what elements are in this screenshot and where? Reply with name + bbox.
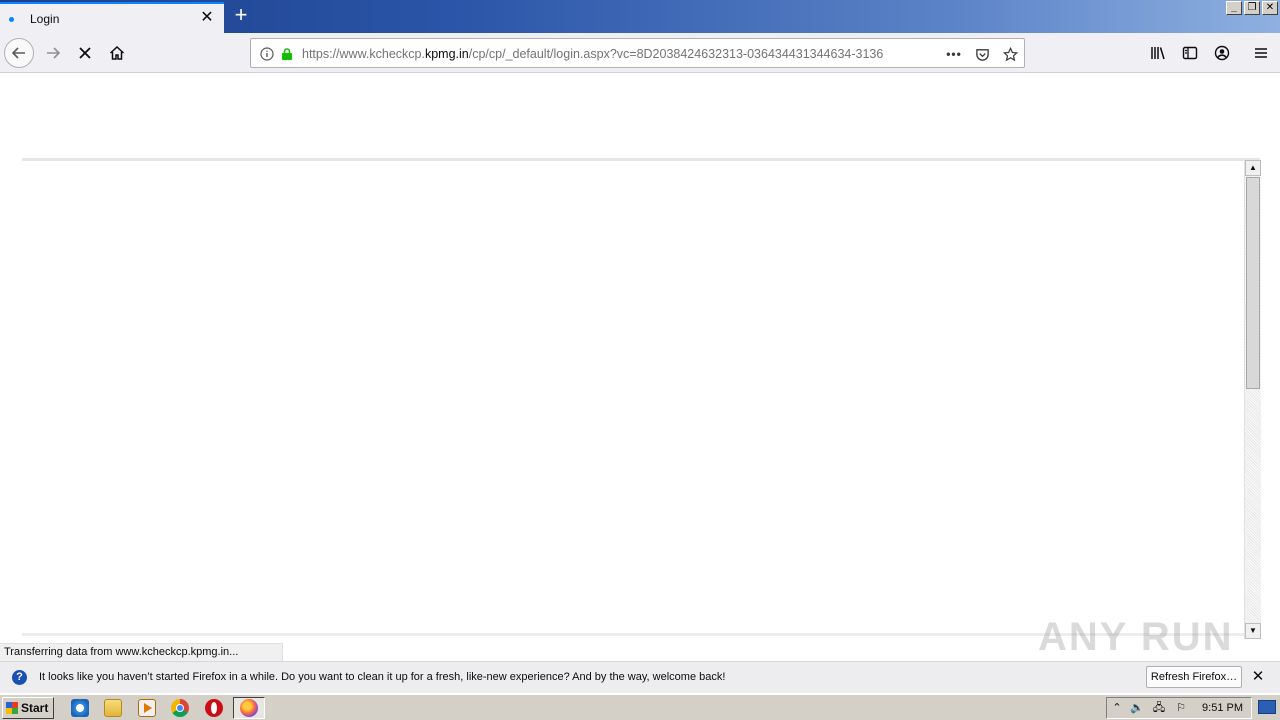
firefox-icon <box>240 699 258 717</box>
tab-close-icon[interactable]: ✕ <box>198 9 216 27</box>
url-path: /cp/cp/_default/login.aspx?vc=8D20384246… <box>468 47 884 61</box>
tab-strip: Login ✕ + _ ❐ ✕ <box>0 0 1280 33</box>
scroll-down-arrow-icon[interactable]: ▼ <box>1245 623 1261 639</box>
bookmark-star-icon[interactable] <box>1001 45 1019 63</box>
home-icon <box>109 45 125 60</box>
url-prefix: https://www.kcheckcp. <box>302 47 425 61</box>
start-button[interactable]: Start <box>2 697 54 719</box>
opera-icon[interactable] <box>205 699 223 717</box>
refresh-firefox-button[interactable]: Refresh Firefox… <box>1146 666 1242 688</box>
start-label: Start <box>21 701 49 715</box>
loading-indicator-icon <box>9 17 14 22</box>
file-explorer-icon[interactable] <box>104 699 122 717</box>
address-bar[interactable]: https://www.kcheckcp.kpmg.in/cp/cp/_defa… <box>250 38 1025 68</box>
anyrun-watermark: ANY RUN <box>1038 606 1238 666</box>
arrow-left-icon <box>11 47 25 59</box>
system-tray: ⌃ 🔈 🖧 ⚐ 9:51 PM <box>1106 697 1252 719</box>
tab-login[interactable]: Login ✕ <box>0 2 224 33</box>
sidebar-button[interactable] <box>1175 38 1205 68</box>
windows-logo-icon <box>6 702 18 714</box>
home-button[interactable] <box>102 38 132 68</box>
status-panel: Transferring data from www.kcheckcp.kpmg… <box>0 643 283 661</box>
notification-close-icon[interactable]: ✕ <box>1249 668 1267 686</box>
notification-bar: ? It looks like you haven’t started Fire… <box>0 661 1280 693</box>
clock[interactable]: 9:51 PM <box>1202 702 1243 714</box>
url-text[interactable]: https://www.kcheckcp.kpmg.in/cp/cp/_defa… <box>302 47 912 61</box>
sidebar-icon <box>1182 46 1198 60</box>
show-desktop-icon[interactable] <box>1258 700 1276 714</box>
url-host: kpmg.in <box>424 47 469 61</box>
window-controls: _ ❐ ✕ <box>1226 1 1278 15</box>
menu-button[interactable] <box>1246 38 1276 68</box>
pocket-icon[interactable] <box>973 45 991 63</box>
chrome-icon[interactable] <box>171 699 189 717</box>
page-actions-icon[interactable]: ••• <box>945 45 963 63</box>
stop-button[interactable] <box>70 38 100 68</box>
tray-expand-icon[interactable]: ⌃ <box>1110 701 1124 715</box>
stop-icon <box>79 47 91 59</box>
info-icon[interactable] <box>258 45 276 63</box>
library-icon <box>1151 47 1165 60</box>
scroll-thumb[interactable] <box>1246 177 1260 389</box>
tab-title: Login <box>30 12 60 26</box>
taskbar: Start ⌃ 🔈 🖧 ⚐ 9:51 PM <box>0 694 1280 720</box>
question-icon: ? <box>12 670 27 685</box>
account-button[interactable] <box>1207 38 1237 68</box>
watermark-text: ANY RUN <box>1038 615 1234 659</box>
hamburger-menu-icon <box>1255 48 1267 58</box>
network-icon[interactable]: 🖧 <box>1152 701 1166 715</box>
scroll-up-arrow-icon[interactable]: ▲ <box>1245 160 1261 176</box>
close-window-button[interactable]: ✕ <box>1262 1 1278 15</box>
page-content: ▲ ▼ <box>0 74 1280 660</box>
account-icon <box>1214 45 1230 61</box>
media-player-icon[interactable] <box>138 699 156 717</box>
new-tab-button[interactable]: + <box>230 4 252 27</box>
iframe-top-border <box>22 158 1260 161</box>
notification-message: It looks like you haven’t started Firefo… <box>39 671 726 683</box>
action-center-flag-icon[interactable]: ⚐ <box>1174 701 1188 715</box>
back-button[interactable] <box>4 38 34 68</box>
navigation-toolbar: https://www.kcheckcp.kpmg.in/cp/cp/_defa… <box>0 33 1280 73</box>
internet-explorer-icon[interactable] <box>71 699 89 717</box>
minimize-button[interactable]: _ <box>1226 1 1242 15</box>
lock-icon[interactable] <box>278 45 296 63</box>
firefox-taskbar-button[interactable] <box>233 697 265 719</box>
library-button[interactable] <box>1143 38 1173 68</box>
iframe-scrollbar[interactable]: ▲ ▼ <box>1244 160 1261 639</box>
forward-button[interactable] <box>38 38 68 68</box>
volume-icon[interactable]: 🔈 <box>1130 701 1144 715</box>
arrow-right-icon <box>47 47 61 59</box>
restore-button[interactable]: ❐ <box>1244 1 1260 15</box>
